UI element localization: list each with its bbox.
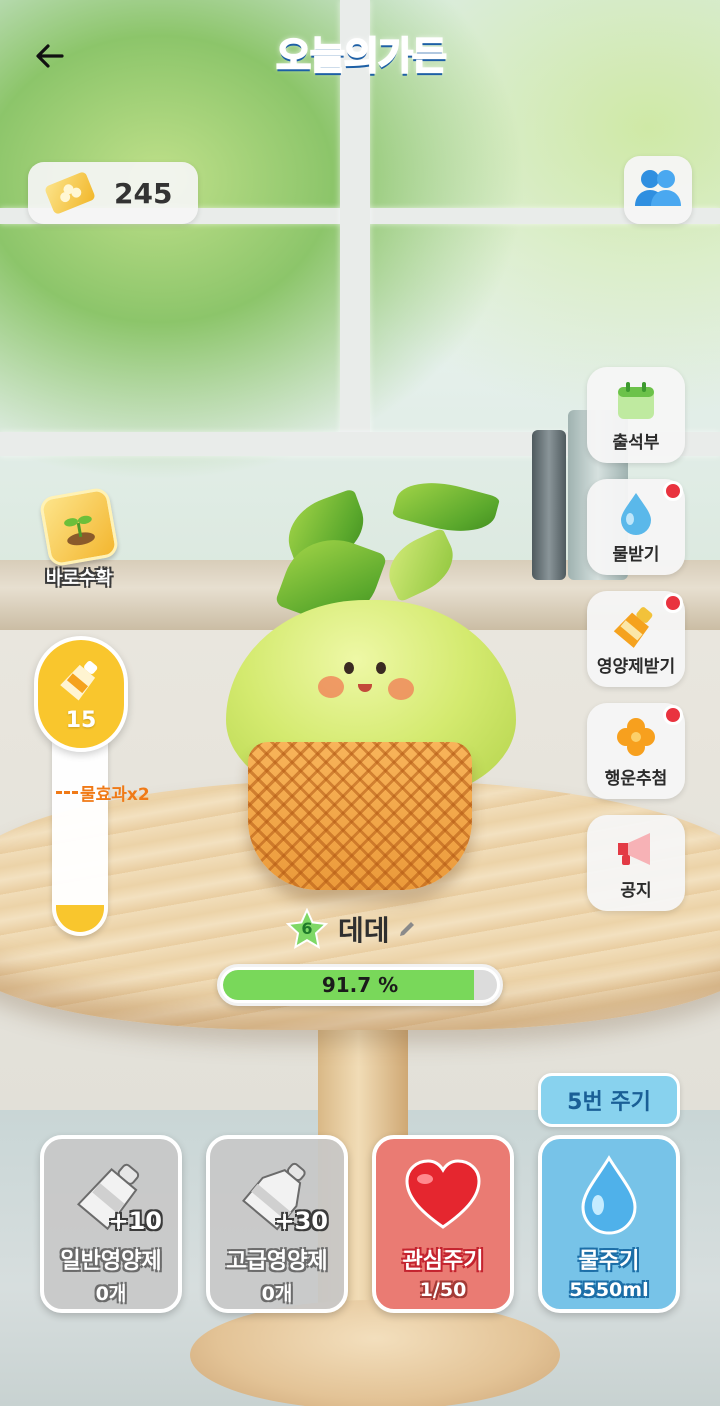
plant-leaf — [391, 471, 501, 543]
plant-leaf — [378, 527, 464, 603]
app-logo-text: 오늘의가든 — [275, 33, 448, 79]
growth-progress-text: 91.7 % — [321, 973, 399, 997]
side-menu-attendance[interactable]: 출석부 — [587, 367, 685, 463]
give-attention-button[interactable]: 관심주기 1/50 — [372, 1135, 514, 1313]
nutrient-bottle-icon: +10 — [66, 1153, 162, 1237]
water-effect-label: 물효과x2 — [80, 785, 150, 805]
instant-harvest-label: 바로수확 — [45, 568, 113, 589]
growth-progress-bar: 91.7 % — [217, 964, 503, 1006]
water-drop-icon — [613, 490, 659, 536]
action-count: 0개 — [261, 1283, 293, 1305]
plant-level: 6 — [301, 919, 313, 938]
side-menu-label: 영양제받기 — [596, 656, 676, 677]
action-title: 물주기 — [578, 1249, 640, 1274]
side-menu-label: 물받기 — [612, 544, 660, 565]
action-title: 고급영양제 — [226, 1249, 328, 1274]
side-menu-get-water[interactable]: 물받기 — [587, 479, 685, 575]
calendar-icon — [613, 378, 659, 424]
table-base — [190, 1300, 560, 1406]
nutrient-bottle-icon — [58, 656, 104, 706]
action-count: 1/50 — [419, 1279, 467, 1301]
arrow-left-icon — [34, 40, 66, 76]
side-menu-label: 출석부 — [612, 432, 660, 453]
give-water-button[interactable]: 물주기 5550ml — [538, 1135, 680, 1313]
notification-badge — [663, 593, 683, 613]
marker-dash — [56, 791, 78, 794]
notification-badge — [663, 481, 683, 501]
plant-mouth — [358, 684, 372, 692]
plant-cheek — [388, 678, 414, 700]
growth-progress-track: 91.7 % — [223, 970, 497, 1000]
instant-harvest-button[interactable]: 바로수확 — [36, 486, 122, 592]
plant-name-row: 6 데데 — [286, 905, 418, 953]
plant-character[interactable] — [226, 471, 516, 900]
side-menu-label: 행운추첨 — [604, 768, 668, 789]
currency-display: 245 — [28, 162, 198, 224]
side-menu-lucky-draw[interactable]: 행운추첨 — [587, 703, 685, 799]
notification-badge — [663, 705, 683, 725]
woven-pot — [248, 742, 472, 890]
plant-eye — [344, 662, 354, 674]
nutrient-bonus: +30 — [274, 1207, 328, 1235]
plant-eye — [376, 662, 386, 674]
nutrient-bonus: +10 — [108, 1207, 162, 1235]
water-drop-icon — [564, 1153, 654, 1237]
action-count: 0개 — [95, 1283, 127, 1305]
water-times-button[interactable]: 5번 주기 — [538, 1073, 680, 1127]
clover-ticket-icon — [43, 170, 97, 216]
clover-icon — [613, 714, 659, 760]
water-effect-marker: 물효과x2 — [56, 780, 150, 805]
people-icon — [633, 168, 683, 212]
water-gauge-tube — [52, 740, 108, 936]
action-amount: 5550ml — [569, 1279, 649, 1301]
water-gauge-fill — [56, 904, 104, 932]
app-logo: 오늘의가든 — [242, 12, 480, 92]
megaphone-icon — [613, 826, 659, 872]
pencil-icon[interactable] — [396, 918, 418, 940]
plant-name: 데데 — [338, 914, 390, 947]
heart-icon — [398, 1153, 488, 1237]
side-menu-label: 공지 — [620, 880, 652, 901]
normal-nutrient-button[interactable]: +10 일반영양제 0개 — [40, 1135, 182, 1313]
sprout-tile-icon — [38, 486, 120, 568]
currency-value: 245 — [114, 176, 173, 210]
premium-nutrient-icon: +30 — [232, 1153, 328, 1237]
friends-button[interactable] — [624, 156, 692, 224]
nutrient-bottle-icon — [613, 602, 659, 648]
action-title: 관심주기 — [402, 1249, 484, 1274]
plant-cheek — [318, 676, 344, 698]
sill-bottle — [532, 430, 566, 580]
action-title: 일반영양제 — [60, 1249, 162, 1274]
water-gauge-counter[interactable]: 15 — [34, 636, 128, 752]
back-button[interactable] — [30, 38, 70, 78]
side-menu-get-nutrient[interactable]: 영양제받기 — [587, 591, 685, 687]
side-menu-notice[interactable]: 공지 — [587, 815, 685, 911]
water-gauge-count: 15 — [65, 707, 97, 733]
level-star-icon: 6 — [286, 908, 328, 950]
premium-nutrient-button[interactable]: +30 고급영양제 0개 — [206, 1135, 348, 1313]
